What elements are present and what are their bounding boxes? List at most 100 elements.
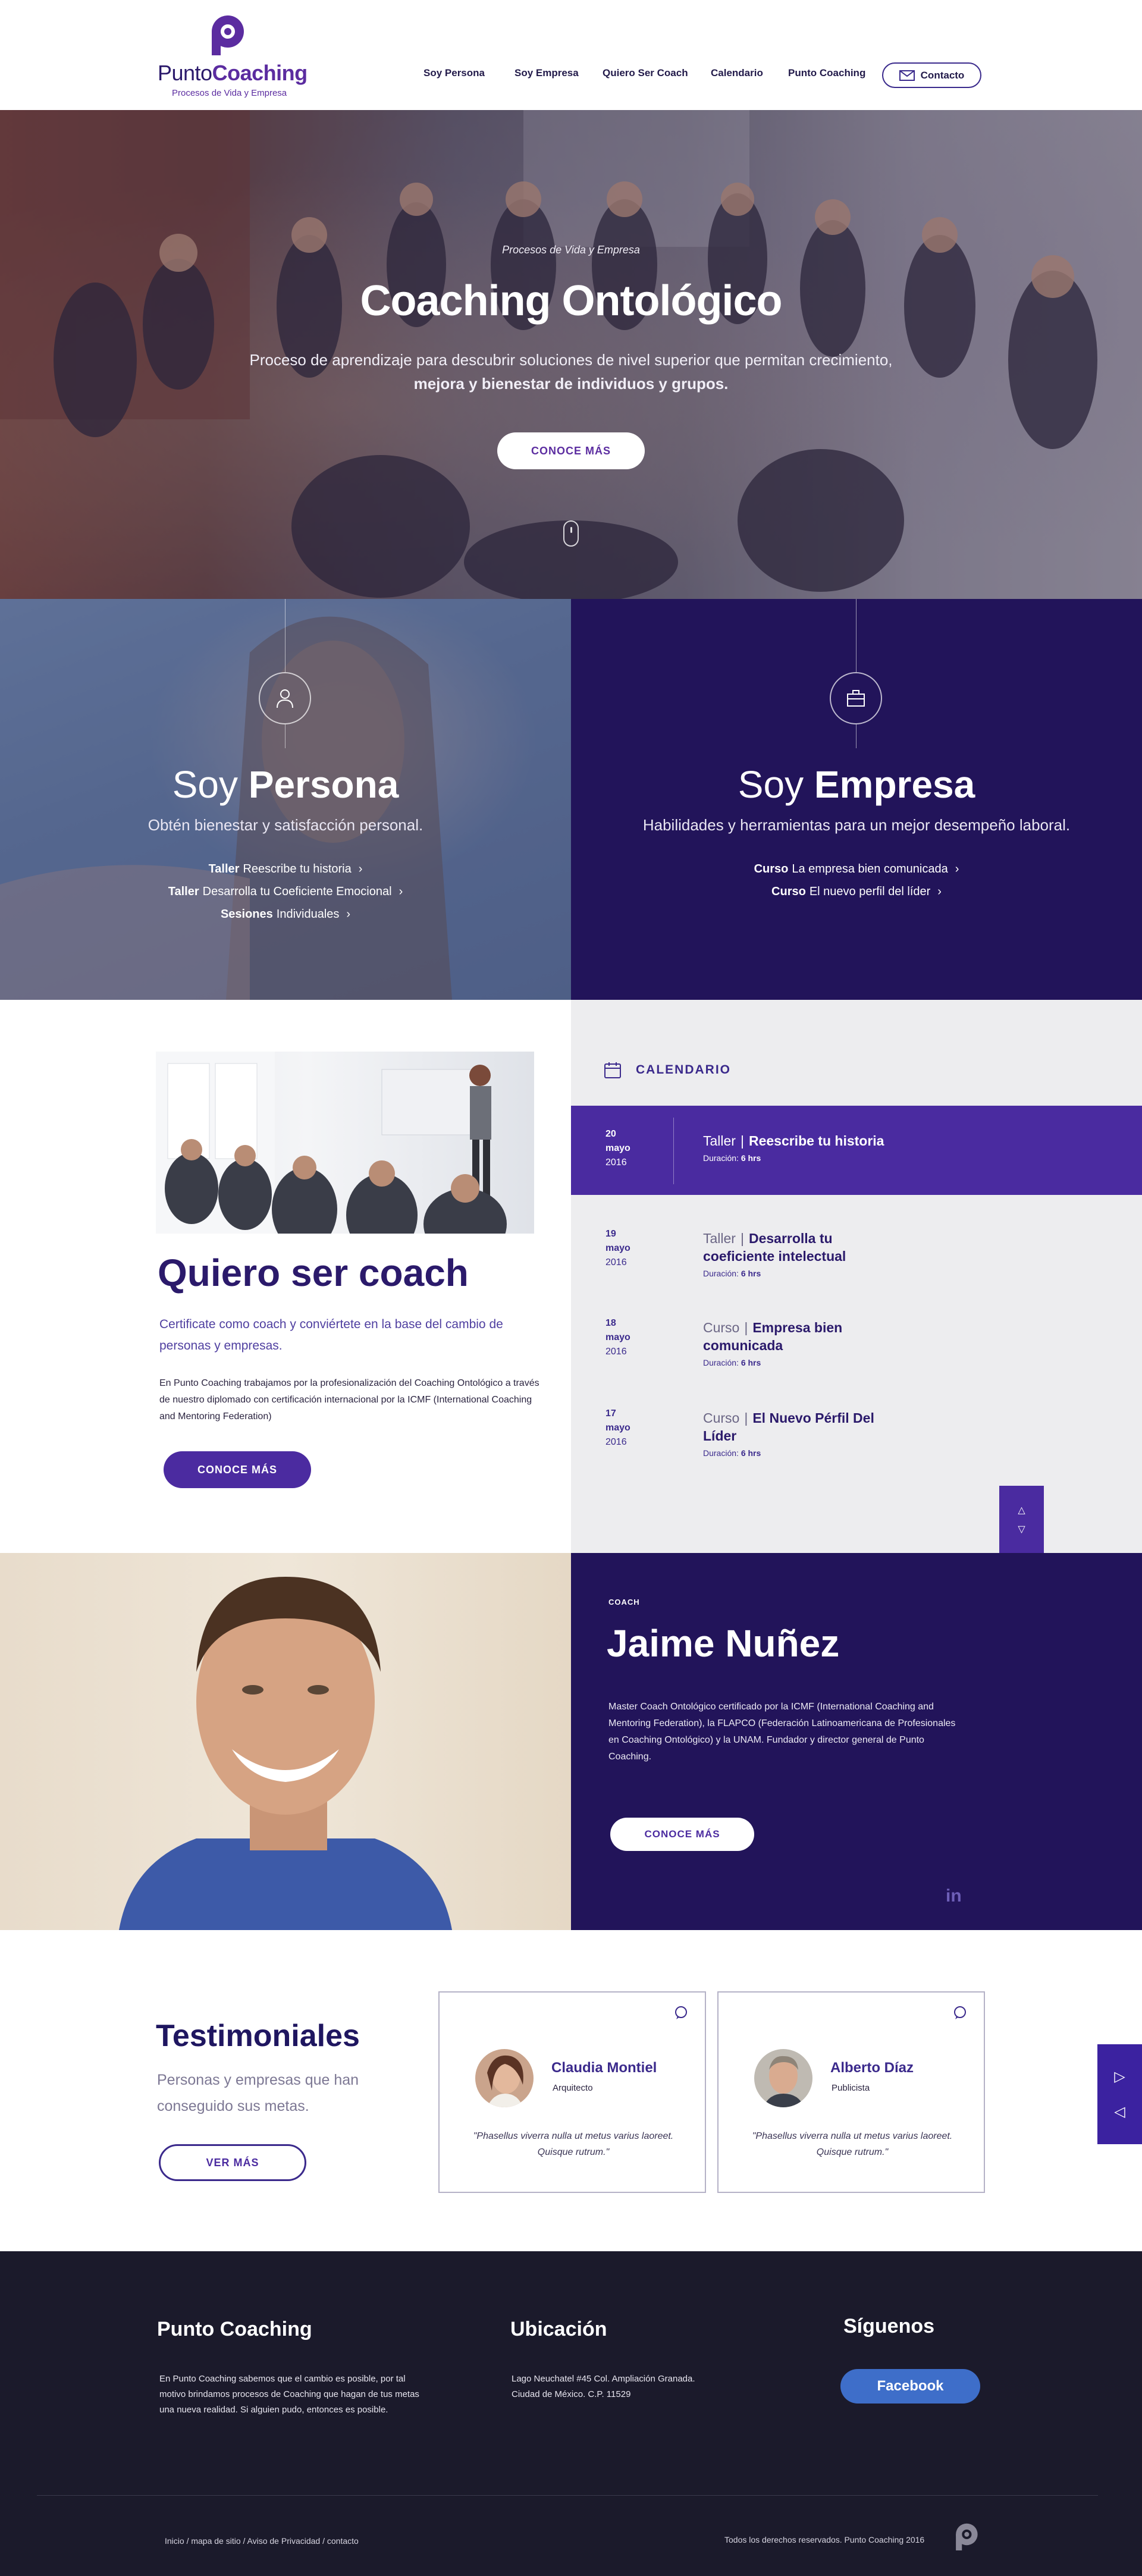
testimonial-quote: "Phasellus viverra nulla ut metus varius… [473, 2131, 674, 2157]
empresa-link-comunicada[interactable]: Curso La empresa bien comunicada › [571, 858, 1142, 880]
testimonials-more-button[interactable]: VER MÁS [159, 2144, 306, 2181]
linkedin-icon[interactable]: in [946, 1886, 962, 1906]
persona-divider-bottom [285, 724, 286, 748]
event-duration: Duración: 6 hrs [703, 1269, 761, 1278]
soy-empresa-panel: Soy Empresa Habilidades y herramientas p… [571, 599, 1142, 1000]
mail-icon [899, 70, 915, 81]
persona-links: Taller Reescribe tu historia › Taller Desar… [0, 858, 571, 925]
footer-links[interactable]: Inicio / mapa de sitio / Aviso de Privac… [165, 2536, 359, 2546]
footer-about-text: En Punto Coaching sabemos que el cambio … [159, 2374, 419, 2415]
hero-section: Procesos de Vida y Empresa Coaching Onto… [0, 110, 1142, 599]
persona-circle [259, 672, 311, 724]
scroll-down-icon[interactable] [563, 520, 579, 547]
chevron-right-icon: › [399, 885, 403, 898]
calendar-event[interactable]: 18 mayo 2016 Curso | Empresa bien comunicada… [571, 1295, 1142, 1384]
arrow-down-icon[interactable]: ▽ [1018, 1523, 1025, 1535]
event-type: Curso [703, 1320, 740, 1335]
footer-logo-icon [956, 2523, 978, 2550]
chevron-right-icon: › [955, 862, 959, 876]
jaime-info: COACH Jaime Nuñez Master Coach Ontológic… [571, 1553, 1142, 1930]
testimonial-role: Arquitecto [553, 2083, 593, 2093]
calendar-event[interactable]: 19 mayo 2016 Taller | Desarrolla tu coeficie… [571, 1206, 1142, 1295]
empresa-content: Soy Empresa Habilidades y herramientas p… [571, 599, 1142, 1000]
testimonials-nav: ▷ ◁ [1097, 2044, 1142, 2144]
avatar [754, 2049, 812, 2107]
empresa-title: Soy Empresa [738, 763, 975, 806]
speech-bubble-icon [675, 2006, 687, 2019]
classroom-illustration [156, 1052, 507, 1234]
event-date: 18 mayo 2016 [605, 1318, 630, 1357]
footer-follow-title: Síguenos [843, 2315, 935, 2337]
event-type: Taller [703, 1231, 736, 1246]
calendar-icon [604, 1062, 621, 1078]
testimonial-card: Claudia Montiel Arquitecto "Phasellus vi… [438, 1991, 706, 2193]
arrow-up-icon[interactable]: △ [1018, 1504, 1025, 1516]
chevron-right-icon: › [937, 885, 942, 898]
persona-subtitle: Obtén bienestar y satisfacción personal. [148, 816, 423, 834]
main-nav: Soy Persona Soy Empresa Quiero Ser Coach… [0, 62, 1142, 88]
hero-cta-button[interactable]: CONOCE MÁS [497, 432, 645, 469]
hero-content: Procesos de Vida y Empresa Coaching Onto… [0, 110, 1142, 599]
persona-link-reescribe[interactable]: Taller Reescribe tu historia › [0, 858, 571, 880]
hero-title: Coaching Ontológico [360, 277, 783, 325]
jaime-portrait [119, 1577, 452, 1930]
calendar-event[interactable]: 17 mayo 2016 Curso | El Nuevo Pérfil Del Líd… [571, 1385, 1142, 1474]
next-arrow-icon[interactable]: ▷ [1114, 2068, 1125, 2085]
soy-persona-panel: Soy Persona Obtén bienestar y satisfacci… [0, 599, 571, 1000]
footer-copyright: Todos los derechos reservados. Punto Coa… [724, 2535, 925, 2544]
logo-tagline: Procesos de Vida y Empresa [172, 88, 287, 98]
testimonials-subtitle: Personas y empresas que han conseguido s… [157, 2072, 359, 2114]
coach-cta-button[interactable]: CONOCE MÁS [164, 1451, 311, 1488]
coach-calendar-section: Quiero ser coach Certificate como coach … [0, 1000, 1142, 1553]
calendar-panel: CALENDARIO 20 mayo 2016 Taller | Reescribe t… [571, 1000, 1142, 1553]
empresa-divider-top [856, 599, 857, 672]
event-type: Curso [703, 1410, 740, 1426]
site-header: PuntoCoaching Procesos de Vida y Empresa… [0, 0, 1142, 110]
quiero-ser-coach: Quiero ser coach Certificate como coach … [0, 1000, 571, 1553]
footer-address-line1: Lago Neuchatel #45 Col. Ampliación Grana… [512, 2374, 695, 2384]
persona-link-coeficiente[interactable]: Taller Desarrolla tu Coeficiente Emociona… [0, 880, 571, 903]
jaime-name: Jaime Nuñez [607, 1622, 840, 1665]
site-footer: Punto Coaching En Punto Coaching sabemos… [0, 2251, 1142, 2576]
jaime-cta-button[interactable]: CONOCE MÁS [610, 1818, 754, 1851]
event-duration: Duración: 6 hrs [703, 1448, 761, 1458]
event-info: Taller | Reescribe tu historia Duración: 6… [703, 1132, 989, 1163]
avatar [475, 2049, 534, 2107]
calendar-event[interactable]: 20 mayo 2016 Taller | Reescribe tu historia … [571, 1106, 1142, 1195]
logo-mark-icon [212, 15, 244, 55]
coach-title: Quiero ser coach [158, 1251, 469, 1294]
persona-link-sesiones[interactable]: Sesiones Individuales › [0, 903, 571, 925]
calendar-nav: △ ▽ [999, 1486, 1044, 1553]
empresa-subtitle: Habilidades y herramientas para un mejor… [642, 816, 1071, 834]
nav-punto-coaching[interactable]: Punto Coaching [788, 67, 865, 79]
prev-arrow-icon[interactable]: ◁ [1114, 2103, 1125, 2120]
briefcase-icon [847, 690, 865, 707]
site-logo[interactable]: PuntoCoaching Procesos de Vida y Empresa [158, 13, 312, 102]
empresa-link-lider[interactable]: Curso El nuevo perfil del líder › [571, 880, 1142, 903]
event-duration: Duración: 6 hrs [703, 1153, 761, 1163]
footer-address-line2: Ciudad de México. C.P. 11529 [512, 2389, 631, 2399]
event-title[interactable]: Reescribe tu historia [749, 1133, 884, 1149]
event-duration: Duración: 6 hrs [703, 1358, 761, 1367]
nav-quiero-ser-coach[interactable]: Quiero Ser Coach [603, 67, 688, 79]
page: PuntoCoaching Procesos de Vida y Empresa… [0, 0, 1142, 2576]
testimonial-name: Claudia Montiel [551, 2060, 657, 2076]
testimonials-section: Testimoniales Personas y empresas que ha… [0, 1930, 1142, 2251]
nav-calendario[interactable]: Calendario [711, 67, 763, 79]
coach-lead: Certificate como coach y conviértete en … [159, 1317, 503, 1353]
jaime-photo [0, 1553, 571, 1930]
user-icon [277, 689, 293, 708]
persona-divider-top [285, 599, 286, 672]
chevron-right-icon: › [346, 908, 351, 921]
event-info: Curso | El Nuevo Pérfil Del Líder Duración… [703, 1409, 989, 1458]
contact-button[interactable]: Contacto [882, 62, 981, 88]
testimonial-card: Alberto Díaz Publicista "Phasellus viver… [717, 1991, 985, 2193]
event-date: 19 mayo 2016 [605, 1229, 630, 1267]
nav-soy-persona[interactable]: Soy Persona [423, 67, 485, 79]
facebook-button[interactable]: Facebook [840, 2369, 980, 2404]
speech-bubble-icon [954, 2006, 966, 2019]
persona-content: Soy Persona Obtén bienestar y satisfacci… [0, 599, 571, 1000]
testimonials-title: Testimoniales [156, 2019, 360, 2053]
nav-soy-empresa[interactable]: Soy Empresa [514, 67, 579, 79]
classroom-photo [156, 1052, 534, 1234]
